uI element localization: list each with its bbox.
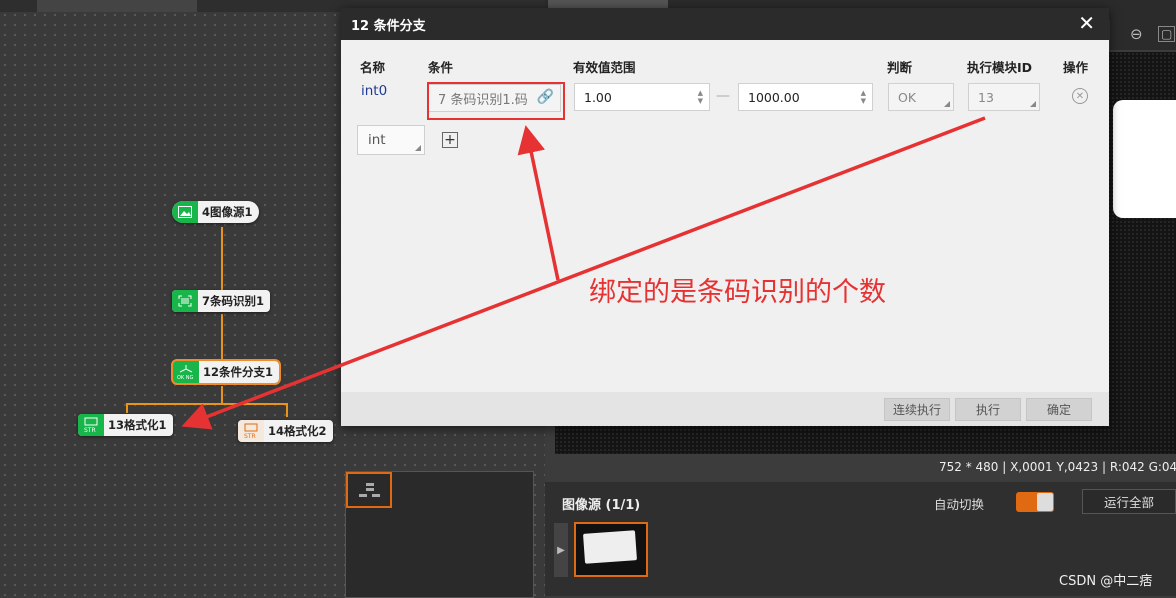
remove-row-icon[interactable]: ✕ (1072, 88, 1088, 104)
fit-icon[interactable]: ▢ (1158, 26, 1176, 42)
range-separator: — (716, 88, 730, 104)
wire-branch-down (221, 386, 223, 404)
barcode-scan-icon (172, 290, 198, 312)
range-min-input[interactable]: 1.00 ▲ ▼ (574, 83, 710, 111)
range-max-input[interactable]: 1000.00 ▲ ▼ (738, 83, 873, 111)
annotation-highlight-box (427, 82, 565, 120)
node-label: 12条件分支1 (203, 365, 274, 379)
header-module-id: 执行模块ID (967, 60, 1033, 75)
spinner-icon[interactable]: ▲ ▼ (861, 89, 866, 105)
dialog-title: 12 条件分支 (351, 18, 426, 34)
zoom-icon[interactable]: ⊖ (1130, 25, 1143, 43)
header-condition: 条件 (428, 60, 454, 75)
svg-text:STR: STR (84, 427, 96, 433)
barcode-image (1113, 100, 1176, 218)
wire-to-format2 (286, 403, 288, 417)
image-icon (172, 201, 198, 223)
node-label: 13格式化1 (108, 418, 167, 432)
judge-value: OK (898, 89, 917, 105)
spinner-icon[interactable]: ▲ ▼ (698, 89, 703, 105)
chevron-right-icon[interactable]: ▶ (554, 523, 568, 577)
variable-name: int0 (361, 83, 388, 99)
condition-branch-dialog: 12 条件分支 ✕ 名称 条件 有效值范围 判断 执行模块ID 操作 int0 … (341, 8, 1109, 426)
variable-type-select[interactable]: int (357, 125, 425, 155)
branch-icon: OK NG (173, 361, 199, 383)
dropdown-corner-icon (944, 101, 950, 107)
minimap-preview-icon (359, 483, 380, 497)
header-valid-range: 有效值范围 (573, 60, 636, 75)
header-name: 名称 (360, 60, 386, 75)
panel-title: 图像源 (1/1) (562, 498, 641, 513)
node-barcode[interactable]: 7条码识别1 (172, 290, 271, 312)
format-icon: STR (238, 420, 264, 442)
node-label: 14格式化2 (268, 424, 327, 438)
view-tab[interactable] (548, 0, 668, 8)
auto-switch-toggle[interactable] (1016, 492, 1054, 512)
judge-select[interactable]: OK (888, 83, 954, 111)
svg-text:OK NG: OK NG (177, 375, 194, 380)
range-min-value: 1.00 (584, 89, 612, 105)
header-operation: 操作 (1063, 60, 1089, 75)
node-condition-branch[interactable]: OK NG 12条件分支1 (170, 359, 282, 385)
wire-to-format1 (126, 403, 128, 413)
wire-branch-split (126, 403, 288, 405)
dropdown-corner-icon (1030, 101, 1036, 107)
format-icon: STR (78, 414, 104, 436)
auto-switch-label: 自动切换 (934, 497, 985, 512)
header-judge: 判断 (887, 60, 913, 75)
dialog-header: 12 条件分支 ✕ (341, 8, 1109, 40)
annotation-text: 绑定的是条码识别的个数 (589, 277, 886, 308)
close-icon[interactable]: ✕ (1078, 12, 1095, 34)
dialog-footer: 连续执行 执行 确定 (341, 392, 1109, 426)
node-label: 4图像源1 (202, 205, 253, 219)
execute-button[interactable]: 执行 (955, 398, 1021, 421)
toolbar-segment (37, 0, 197, 12)
minimap-viewport[interactable] (346, 472, 392, 508)
run-all-button[interactable]: 运行全部 (1082, 489, 1176, 514)
module-id-value: 13 (978, 89, 994, 105)
wire-source-to-barcode (221, 227, 223, 290)
canvas-minimap[interactable] (345, 471, 534, 598)
svg-text:STR: STR (244, 433, 256, 439)
type-value: int (368, 132, 386, 148)
view-toolbar: ⊖ ▢ (1110, 20, 1176, 50)
node-format-2[interactable]: STR 14格式化2 (238, 420, 333, 442)
continuous-run-button[interactable]: 连续执行 (884, 398, 950, 421)
node-label: 7条码识别1 (202, 294, 265, 308)
add-variable-button[interactable]: + (442, 132, 458, 148)
confirm-button[interactable]: 确定 (1026, 398, 1092, 421)
pixel-status: 752 * 480 | X,0001 Y,0423 | R:042 G:042 (939, 460, 1176, 474)
watermark: CSDN @中二痞 (1059, 574, 1153, 589)
toggle-knob (1037, 493, 1053, 511)
thumbnail-barcode (583, 530, 637, 564)
node-image-source[interactable]: 4图像源1 (172, 201, 259, 223)
image-thumbnail[interactable] (574, 522, 648, 577)
dropdown-corner-icon (415, 145, 421, 151)
module-id-select[interactable]: 13 (968, 83, 1040, 111)
range-max-value: 1000.00 (748, 89, 800, 105)
wire-barcode-to-branch (221, 314, 223, 360)
node-format-1[interactable]: STR 13格式化1 (78, 414, 173, 436)
